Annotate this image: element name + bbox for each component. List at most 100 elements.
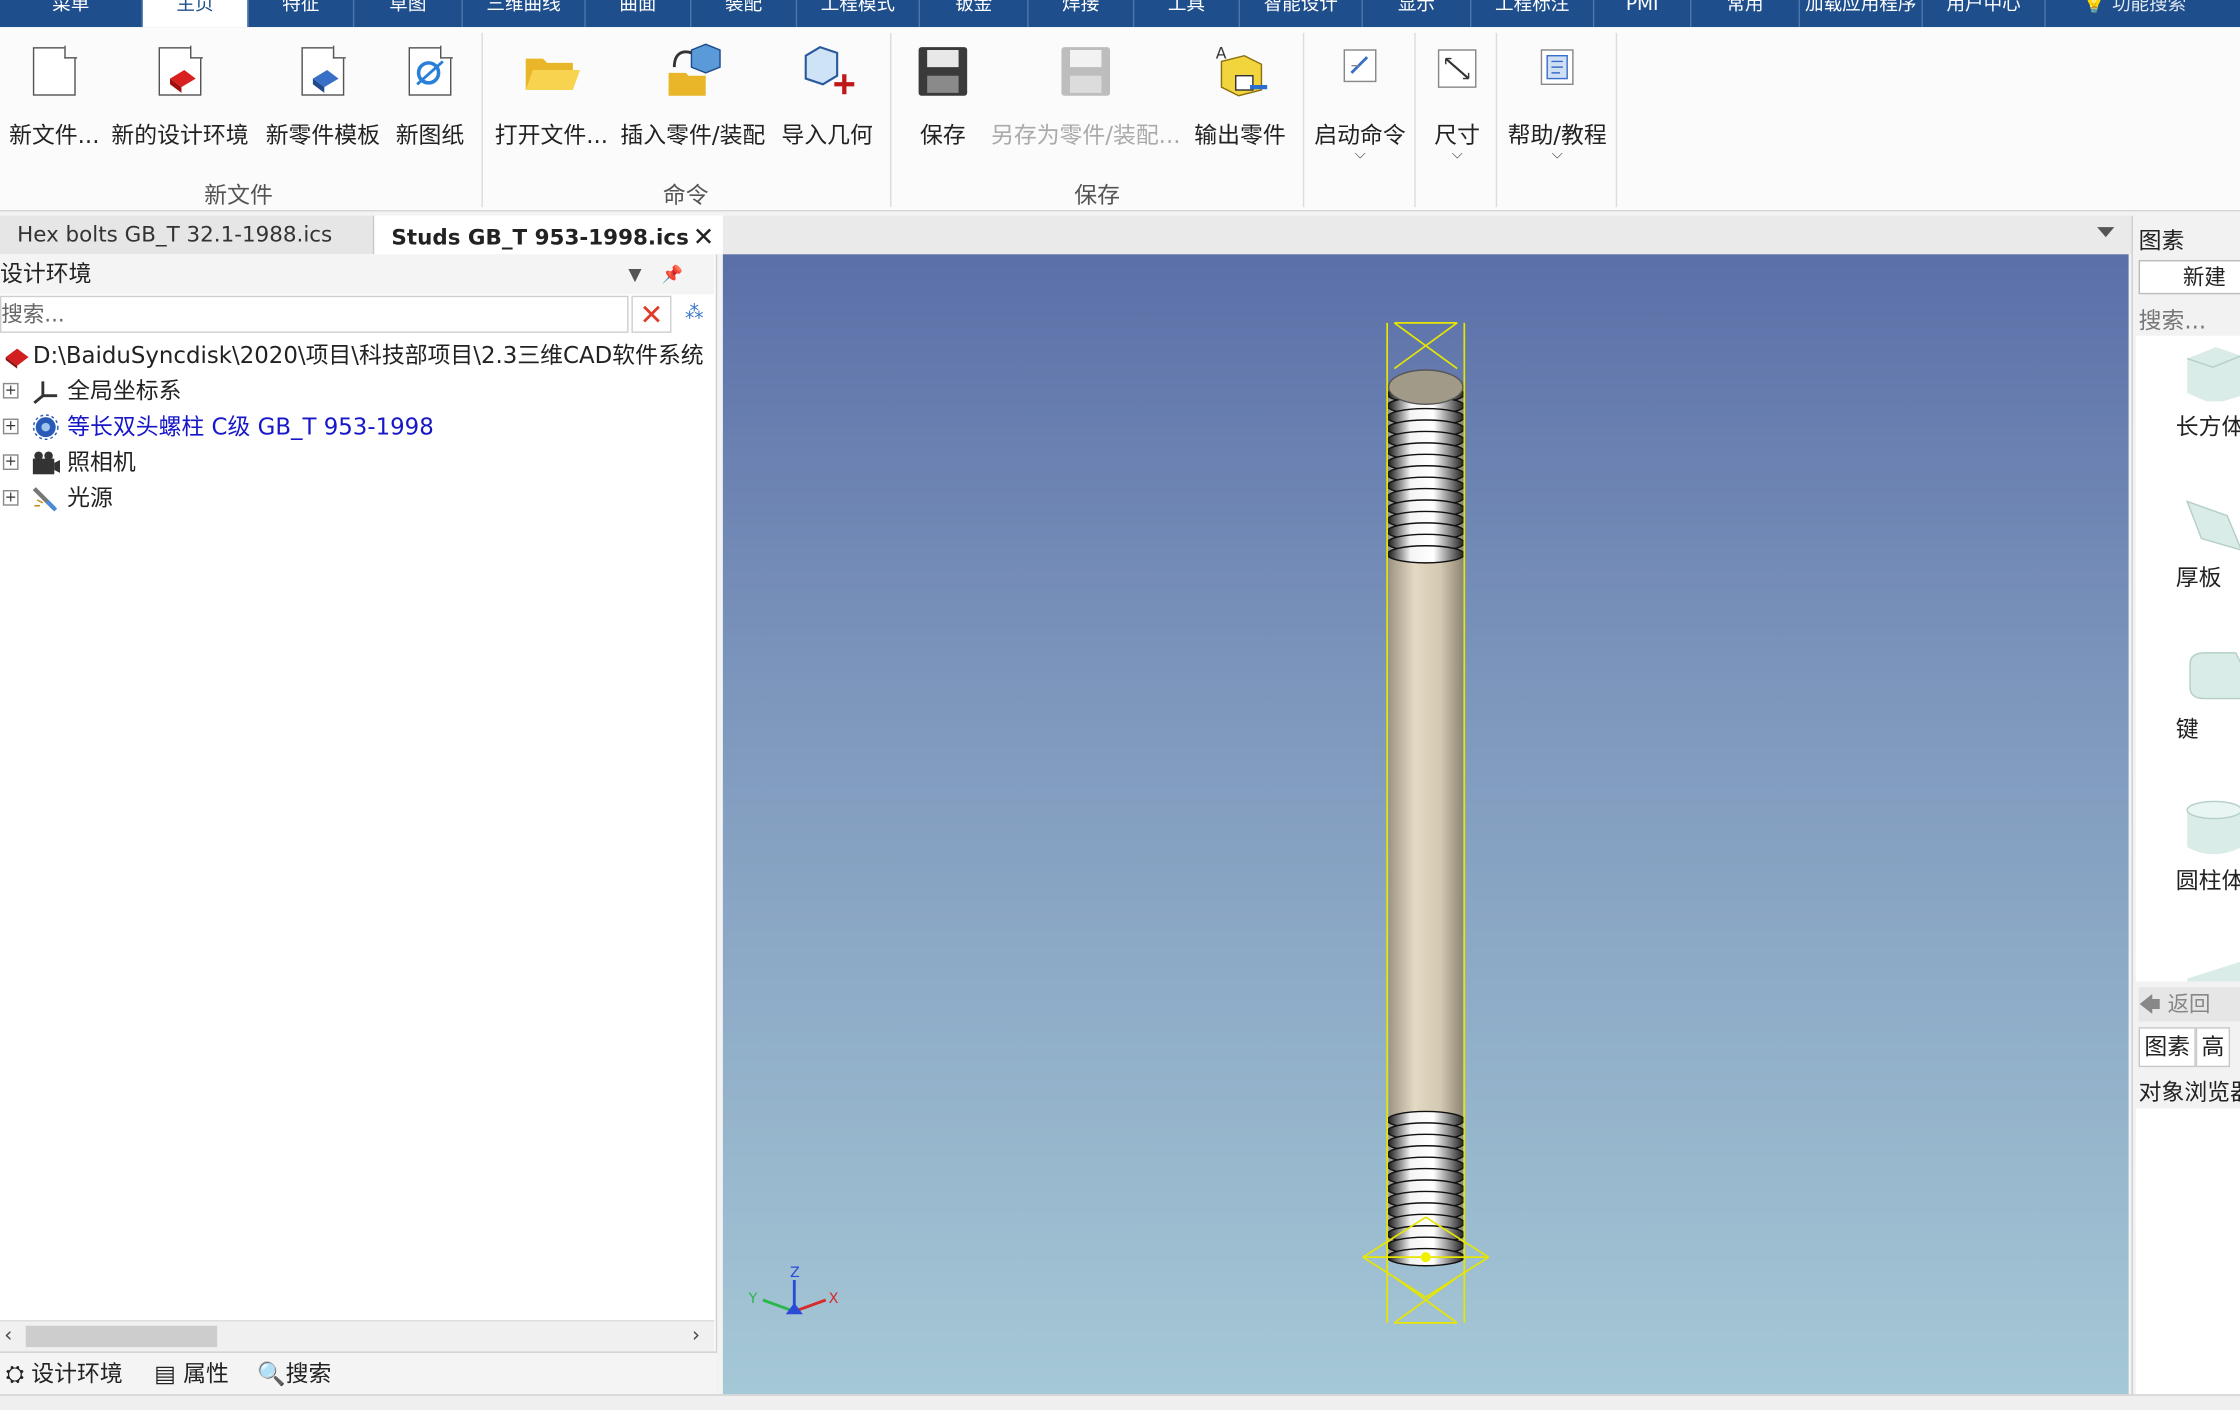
app-window: 菜单 主页 特征 草图 三维曲线 曲面 装配 工程模式 钣金 焊接 工具 智能设… xyxy=(0,0,2240,1410)
group-label-save: 保存 xyxy=(1074,181,1121,209)
menu-tab-assembly[interactable]: 装配 xyxy=(691,0,798,28)
menu-tab-addins[interactable]: 加载应用程序 xyxy=(1800,0,1923,28)
object-browser-title: 对象浏览器 xyxy=(2138,1078,2240,1106)
menu-tab-common[interactable]: 常用 xyxy=(1691,0,1801,28)
menu-tab-annotation[interactable]: 工程标注 xyxy=(1471,0,1595,28)
help-tutorial-button[interactable]: 帮助/教程 ⌵ xyxy=(1503,36,1612,179)
tree-item-camera[interactable]: + 照相机 xyxy=(0,444,714,480)
help-tutorial-label: 帮助/教程 xyxy=(1507,121,1607,149)
clear-search-icon[interactable]: ✕ xyxy=(631,295,672,333)
menu-tab-welding[interactable]: 焊接 xyxy=(1029,0,1135,28)
tree-item-light[interactable]: + 光源 xyxy=(0,480,714,516)
tab-catalog[interactable]: 图素 xyxy=(2138,1027,2196,1068)
pin-icon[interactable]: 📌 xyxy=(662,264,703,284)
ribbon-divider xyxy=(481,32,483,208)
menu-tab-surface[interactable]: 曲面 xyxy=(586,0,692,28)
menu-tab-home[interactable]: 主页 xyxy=(142,0,249,28)
expand-icon[interactable]: + xyxy=(2,418,19,435)
tab-list-dropdown[interactable] xyxy=(2097,227,2115,238)
new-design-env-button[interactable]: 新的设计环境 xyxy=(106,36,255,179)
catalog-item-label: 圆柱体 xyxy=(2175,867,2240,895)
menu-tab-sketch[interactable]: 草图 xyxy=(354,0,463,28)
stud-model[interactable]: Z X Y xyxy=(723,254,2129,1394)
function-search[interactable]: 💡 功能搜索 xyxy=(2083,0,2186,27)
expand-icon[interactable]: + xyxy=(2,490,19,506)
ribbon-divider xyxy=(1615,32,1618,208)
new-file-button[interactable]: 新文件... xyxy=(9,36,100,179)
expand-icon[interactable]: + xyxy=(2,382,19,399)
tree-item-label: 光源 xyxy=(67,484,113,512)
catalog-item-partial[interactable] xyxy=(2136,941,2240,982)
export-part-button[interactable]: A 输出零件 xyxy=(1189,36,1292,179)
launch-command-label: 启动命令 xyxy=(1314,121,1406,149)
tree-item-stud[interactable]: + 等长双头螺柱 C级 GB_T 953-1998 xyxy=(0,409,714,445)
tree-search-input[interactable]: 搜索... xyxy=(0,295,629,333)
document-tab-bar: Hex bolts GB_T 32.1-1988.ics Studs GB_T … xyxy=(0,215,2132,258)
menu-tab-features[interactable]: 特征 xyxy=(249,0,355,28)
catalog-item-slab[interactable]: 厚板 xyxy=(2136,487,2240,630)
chevron-down-icon: ⌵ xyxy=(1354,147,1366,163)
design-env-panel: 设计环境 ▼📌 搜索... ✕ ⁂ D:\BaiduSyncdisk\2020\… xyxy=(0,254,718,1395)
chevron-down-icon[interactable]: ▼ xyxy=(628,264,661,284)
panel-title-bar: 设计环境 ▼📌 xyxy=(0,254,715,295)
tab-properties[interactable]: ▤ 属性 xyxy=(154,1353,229,1396)
new-part-template-icon xyxy=(293,41,353,101)
new-drawing-button[interactable]: 新图纸 xyxy=(389,36,472,179)
3d-viewport[interactable]: Z X Y xyxy=(722,254,2129,1395)
catalog-title: 图素 xyxy=(2138,227,2185,255)
menu-tab-display[interactable]: 显示 xyxy=(1363,0,1472,28)
tab-design-env[interactable]: ⛭ 设计环境 xyxy=(6,1353,123,1396)
menu-tab-menu[interactable]: 菜单 xyxy=(0,0,143,28)
menu-tab-tools[interactable]: 工具 xyxy=(1134,0,1241,28)
open-file-button[interactable]: 打开文件... xyxy=(491,36,611,179)
new-drawing-label: 新图纸 xyxy=(395,121,465,149)
catalog-search-input[interactable]: 搜索... xyxy=(2139,301,2207,335)
insert-part-button[interactable]: 插入零件/装配 xyxy=(614,36,771,179)
catalog-new-button[interactable]: 新建 xyxy=(2138,260,2240,295)
axis-triad-icon: Z X Y xyxy=(748,1265,839,1315)
save-button[interactable]: 保存 xyxy=(906,36,980,179)
scroll-thumb[interactable] xyxy=(25,1325,218,1348)
bottom-thread[interactable] xyxy=(1386,1110,1466,1267)
catalog-item-cylinder[interactable]: 圆柱体 xyxy=(2136,790,2240,933)
cylinder-shape-icon xyxy=(2186,800,2240,855)
new-part-template-button[interactable]: 新零件模板 xyxy=(260,36,386,179)
scroll-left-icon[interactable]: ‹ xyxy=(4,1324,12,1347)
object-browser xyxy=(2135,1108,2240,1395)
tab-hex-bolts[interactable]: Hex bolts GB_T 32.1-1988.ics xyxy=(0,215,375,255)
catalog-item-key[interactable]: 键 xyxy=(2136,639,2240,782)
import-geometry-button[interactable]: 导入几何 xyxy=(777,36,877,179)
camera-icon xyxy=(31,450,61,476)
expand-icon[interactable]: + xyxy=(2,454,19,471)
lightbulb-icon: 💡 xyxy=(2082,0,2112,16)
save-as-part-label: 另存为零件/装配... xyxy=(990,121,1181,149)
tab-catalog-2[interactable]: 高 xyxy=(2195,1027,2231,1068)
scroll-right-icon[interactable]: › xyxy=(692,1324,700,1347)
ribbon-divider xyxy=(1414,32,1416,208)
menu-tab-pmi[interactable]: PMI xyxy=(1594,0,1692,28)
tree-item-label: 全局坐标系 xyxy=(67,377,182,405)
catalog-item-box[interactable]: 长方体 xyxy=(2136,336,2240,479)
tab-search[interactable]: 🔍搜索 xyxy=(257,1353,331,1396)
close-icon[interactable]: ✕ xyxy=(693,219,715,258)
launch-command-button[interactable]: 启动命令 ⌵ xyxy=(1309,36,1412,179)
menu-tab-sheet-metal[interactable]: 钣金 xyxy=(920,0,1029,28)
save-as-part-button[interactable]: 另存为零件/装配... xyxy=(989,36,1183,179)
menu-tab-smart-design[interactable]: 智能设计 xyxy=(1240,0,1363,28)
catalog-back-button[interactable]: 🡄 返回 xyxy=(2138,987,2240,1022)
import-geometry-label: 导入几何 xyxy=(781,121,873,149)
filter-icon[interactable]: ⁂ xyxy=(674,296,714,333)
tree-root[interactable]: D:\BaiduSyncdisk\2020\项目\科技部项目\2.3三维CAD软… xyxy=(0,337,714,373)
folder-open-icon xyxy=(521,41,581,101)
open-file-label: 打开文件... xyxy=(494,121,609,149)
dimension-button[interactable]: 尺寸 ⌵ xyxy=(1420,36,1494,179)
horizontal-scrollbar[interactable]: ‹ › xyxy=(0,1320,715,1352)
tab-studs[interactable]: Studs GB_T 953-1998.ics ✕ xyxy=(374,215,723,258)
ribbon: 新文件... 新的设计环境 新零件模板 新图纸 新文件 打开文件... 插入零件… xyxy=(0,27,2240,212)
group-label-new-file: 新文件 xyxy=(204,181,273,209)
top-thread[interactable] xyxy=(1386,385,1466,564)
menu-tab-3d-curve[interactable]: 三维曲线 xyxy=(463,0,586,28)
tree-item-global-coords[interactable]: + 全局坐标系 xyxy=(0,373,714,409)
menu-tab-user-center[interactable]: 用户中心 xyxy=(1923,0,2046,28)
menu-tab-engineering-mode[interactable]: 工程模式 xyxy=(797,0,921,28)
